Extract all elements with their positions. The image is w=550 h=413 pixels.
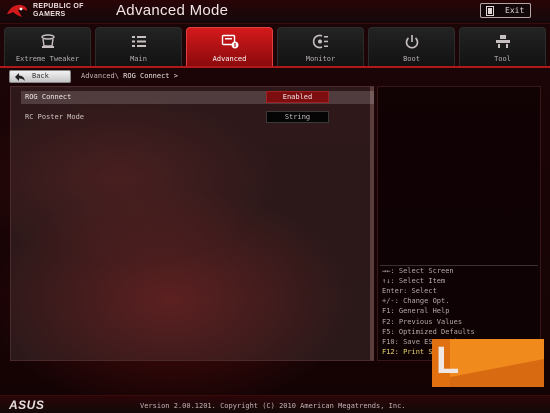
header-bar: REPUBLIC OF GAMERS Advanced Mode Exit [0, 0, 550, 24]
help-line: →←: Select Screen [382, 267, 454, 275]
exit-button[interactable]: Exit [480, 3, 531, 18]
tab-tool[interactable]: Tool [459, 27, 546, 67]
help-line: F5: Optimized Defaults [382, 328, 475, 336]
tab-main[interactable]: Main [95, 27, 182, 67]
breadcrumb-current: ROG Connect > [123, 72, 178, 80]
exit-label: Exit [505, 6, 525, 15]
tab-boot[interactable]: Boot [368, 27, 455, 67]
tab-strip-divider [0, 66, 550, 68]
power-icon [405, 35, 419, 49]
help-line: ↑↓: Select Item [382, 277, 446, 285]
tab-label: Extreme Tweaker [15, 55, 80, 63]
setting-value-dropdown[interactable]: String [266, 111, 329, 123]
breadcrumb-parent[interactable]: Advanced\ [81, 72, 119, 80]
advanced-info-icon [221, 34, 239, 49]
back-label: Back [32, 72, 49, 80]
tab-label: Tool [494, 55, 511, 63]
version-text: Version 2.00.1201. Copyright (C) 2010 Am… [140, 402, 406, 410]
setting-row-rog-connect[interactable]: ROG Connect Enabled [21, 91, 374, 104]
tab-label: Boot [403, 55, 420, 63]
rog-logo-icon [7, 4, 27, 17]
tab-label: Advanced [212, 55, 247, 63]
help-line: +/-: Change Opt. [382, 297, 450, 305]
help-line: F2: Previous Values [382, 318, 463, 326]
exit-door-icon [486, 6, 494, 16]
setting-label: ROG Connect [25, 93, 72, 101]
tweaker-icon [41, 34, 55, 48]
watermark-letter: L [436, 340, 460, 382]
back-button[interactable]: Back [9, 70, 71, 83]
settings-panel [10, 86, 374, 361]
help-line: Enter: Select [382, 287, 437, 295]
tool-icon [496, 35, 510, 48]
tab-advanced[interactable]: Advanced [186, 27, 273, 67]
tab-label: Main [130, 55, 147, 63]
tab-monitor[interactable]: Monitor [277, 27, 364, 67]
bios-screen: REPUBLIC OF GAMERS Advanced Mode Exit Ex… [0, 0, 550, 413]
back-arrow-icon [15, 73, 25, 81]
help-divider [380, 265, 538, 266]
setting-label: RC Poster Mode [25, 113, 85, 121]
footer-bar: ASUS Version 2.00.1201. Copyright (C) 20… [0, 395, 550, 413]
tab-extreme-tweaker[interactable]: Extreme Tweaker [4, 27, 91, 67]
brand-line-2: GAMERS [33, 11, 66, 18]
asus-logo: ASUS [9, 398, 45, 412]
setting-value-dropdown[interactable]: Enabled [266, 91, 329, 103]
tab-label: Monitor [305, 55, 336, 63]
monitor-fan-icon [312, 34, 328, 49]
setting-row-rc-poster-mode[interactable]: RC Poster Mode String [21, 111, 374, 124]
brand-line-1: REPUBLIC OF [33, 3, 84, 10]
breadcrumb: Advanced\ ROG Connect > [81, 72, 178, 80]
list-icon [132, 36, 146, 47]
help-line: F1: General Help [382, 307, 450, 315]
page-title: Advanced Mode [116, 2, 229, 19]
